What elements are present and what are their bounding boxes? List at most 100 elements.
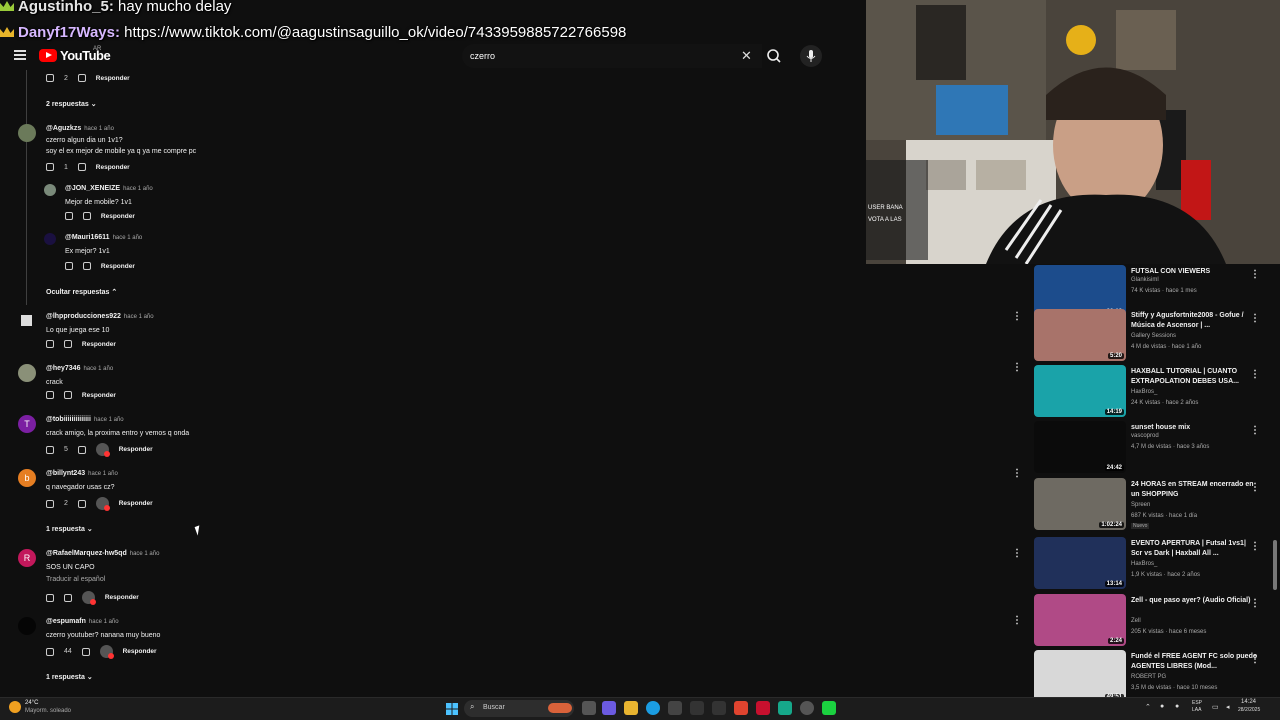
dislike-icon[interactable] bbox=[63, 593, 72, 602]
comment-author[interactable]: @JON_XENEIZE bbox=[65, 185, 120, 192]
temperature[interactable]: 24°C bbox=[25, 700, 38, 706]
dislike-icon[interactable] bbox=[77, 74, 86, 82]
video-item[interactable]: 49:51Fundé el FREE AGENT FC solo puedo A… bbox=[1034, 650, 1274, 704]
app-icon[interactable] bbox=[690, 701, 704, 715]
weather-icon[interactable] bbox=[9, 701, 21, 713]
file-explorer-icon[interactable] bbox=[624, 701, 638, 715]
video-title[interactable]: 24 HORAS en STREAM encerrado en un SHOPP… bbox=[1131, 480, 1259, 500]
like-icon[interactable] bbox=[46, 593, 54, 602]
comment-author[interactable]: @Aguzkzs bbox=[46, 125, 81, 132]
voice-search-button[interactable] bbox=[800, 45, 822, 67]
app-icon[interactable] bbox=[822, 701, 836, 715]
video-title[interactable]: Zell - que paso ayer? (Audio Oficial) bbox=[1131, 596, 1259, 606]
avatar[interactable] bbox=[18, 124, 36, 142]
reply-button[interactable]: Responder bbox=[96, 75, 130, 82]
more-options-icon[interactable]: ⋮ bbox=[1250, 598, 1260, 609]
app-icon[interactable] bbox=[712, 701, 726, 715]
menu-icon[interactable] bbox=[14, 50, 26, 60]
reply-button[interactable]: Responder bbox=[123, 648, 157, 655]
video-title[interactable]: EVENTO APERTURA | Futsal 1vs1| Scr vs Da… bbox=[1131, 539, 1259, 559]
more-options-icon[interactable]: ⋮ bbox=[1012, 548, 1022, 559]
copilot-icon[interactable] bbox=[602, 701, 616, 715]
video-channel[interactable]: Gallery Sessions bbox=[1131, 333, 1176, 339]
avatar[interactable]: R bbox=[18, 549, 36, 567]
video-thumbnail[interactable]: 1:02:24 bbox=[1034, 478, 1126, 530]
like-icon[interactable] bbox=[46, 499, 54, 508]
video-title[interactable]: Stiffy y Agusfortnite2008 - Gofue / Músi… bbox=[1131, 311, 1259, 331]
comment-time[interactable]: hace 1 año bbox=[130, 551, 160, 557]
comment-time[interactable]: hace 1 año bbox=[94, 417, 124, 423]
search-input[interactable]: czerro bbox=[470, 51, 495, 61]
like-icon[interactable] bbox=[46, 340, 54, 348]
avatar[interactable] bbox=[18, 364, 36, 382]
more-options-icon[interactable]: ⋮ bbox=[1012, 311, 1022, 322]
video-channel[interactable]: HaxBros_ bbox=[1131, 389, 1157, 395]
comment-author[interactable]: @hey7346 bbox=[46, 365, 80, 372]
tray-chevron-icon[interactable]: ⌃ bbox=[1145, 703, 1151, 711]
like-icon[interactable] bbox=[46, 445, 54, 454]
video-item[interactable]: 2:24 Zell - que paso ayer? (Audio Oficial… bbox=[1034, 594, 1274, 648]
comment-time[interactable]: hace 1 año bbox=[113, 235, 143, 241]
video-item[interactable]: 13:14 EVENTO APERTURA | Futsal 1vs1| Scr … bbox=[1034, 537, 1274, 591]
more-options-icon[interactable]: ⋮ bbox=[1250, 654, 1260, 665]
comment-author[interactable]: @RafaelMarquez-hw5qd bbox=[46, 550, 127, 557]
more-options-icon[interactable]: ⋮ bbox=[1012, 362, 1022, 373]
comment-time[interactable]: hace 1 año bbox=[83, 366, 113, 372]
windows-start-icon[interactable] bbox=[446, 702, 458, 715]
reply-button[interactable]: Responder bbox=[101, 263, 135, 270]
video-channel[interactable]: HaxBros_ bbox=[1131, 561, 1157, 567]
dislike-icon[interactable] bbox=[82, 212, 91, 220]
video-thumbnail[interactable]: 2:24 bbox=[1034, 594, 1126, 646]
more-options-icon[interactable]: ⋮ bbox=[1012, 615, 1022, 626]
video-title[interactable]: Fundé el FREE AGENT FC solo puedo AGENTE… bbox=[1131, 652, 1259, 672]
dislike-icon[interactable] bbox=[77, 163, 86, 171]
more-options-icon[interactable]: ⋮ bbox=[1250, 269, 1260, 280]
comment-author[interactable]: @tobiiiiiiiiiiiiii bbox=[46, 416, 91, 423]
dislike-icon[interactable] bbox=[81, 647, 90, 656]
video-item[interactable]: 24:42 sunset house mix vascoprod 4,7 M de v… bbox=[1034, 421, 1274, 475]
tray-icon[interactable]: ● bbox=[1160, 703, 1164, 710]
clock-time[interactable]: 14:24 bbox=[1241, 699, 1256, 705]
dislike-icon[interactable] bbox=[63, 391, 72, 399]
like-icon[interactable] bbox=[46, 391, 54, 399]
app-icon[interactable] bbox=[756, 701, 770, 715]
video-channel[interactable]: Glankisiml bbox=[1131, 277, 1159, 283]
video-thumbnail[interactable]: 49:51 bbox=[1034, 650, 1126, 702]
reply-button[interactable]: Responder bbox=[101, 213, 135, 220]
show-replies-toggle[interactable]: 1 respuesta ⌄ bbox=[46, 673, 93, 681]
video-item[interactable]: 1:02:24 24 HORAS en STREAM encerrado en u… bbox=[1034, 478, 1274, 532]
scrollbar-thumb[interactable] bbox=[1273, 540, 1277, 590]
task-view-icon[interactable] bbox=[582, 701, 596, 715]
video-title[interactable]: FUTSAL CON VIEWERS bbox=[1131, 267, 1259, 277]
like-icon[interactable] bbox=[46, 74, 54, 82]
video-channel[interactable]: ROBERT PG bbox=[1131, 674, 1166, 680]
clear-search-icon[interactable]: ✕ bbox=[741, 48, 752, 64]
comment-author[interactable]: @espumafn bbox=[46, 618, 86, 625]
reply-button[interactable]: Responder bbox=[119, 446, 153, 453]
obs-icon[interactable] bbox=[800, 701, 814, 715]
show-replies-toggle[interactable]: 2 respuestas ⌄ bbox=[46, 100, 97, 108]
video-channel[interactable]: Zell bbox=[1131, 618, 1141, 624]
comment-time[interactable]: hace 1 año bbox=[123, 186, 153, 192]
reply-button[interactable]: Responder bbox=[119, 500, 153, 507]
like-icon[interactable] bbox=[46, 647, 54, 656]
hide-replies-toggle[interactable]: Ocultar respuestas ⌃ bbox=[46, 288, 117, 296]
dislike-icon[interactable] bbox=[77, 445, 86, 454]
tray-icon[interactable]: ● bbox=[1175, 703, 1179, 710]
reply-button[interactable]: Responder bbox=[105, 594, 139, 601]
app-icon[interactable] bbox=[668, 701, 682, 715]
video-thumbnail[interactable]: 24:42 bbox=[1034, 421, 1126, 473]
video-title[interactable]: sunset house mix bbox=[1131, 423, 1259, 433]
comment-author[interactable]: @lhpproducciones922 bbox=[46, 313, 121, 320]
comment-author[interactable]: @billynt243 bbox=[46, 470, 85, 477]
show-replies-toggle[interactable]: 1 respuesta ⌄ bbox=[46, 525, 93, 533]
translate-link[interactable]: Traducir al español bbox=[46, 574, 159, 585]
weather-text[interactable]: Mayorm. soleado bbox=[25, 708, 71, 714]
comment-time[interactable]: hace 1 año bbox=[84, 126, 114, 132]
video-thumbnail[interactable]: 13:14 bbox=[1034, 537, 1126, 589]
network-icon[interactable]: ▭ bbox=[1212, 703, 1219, 711]
volume-icon[interactable]: ◂ bbox=[1226, 703, 1230, 711]
youtube-logo-text[interactable]: YouTube bbox=[60, 48, 111, 63]
avatar[interactable] bbox=[44, 233, 56, 245]
dislike-icon[interactable] bbox=[82, 262, 91, 270]
